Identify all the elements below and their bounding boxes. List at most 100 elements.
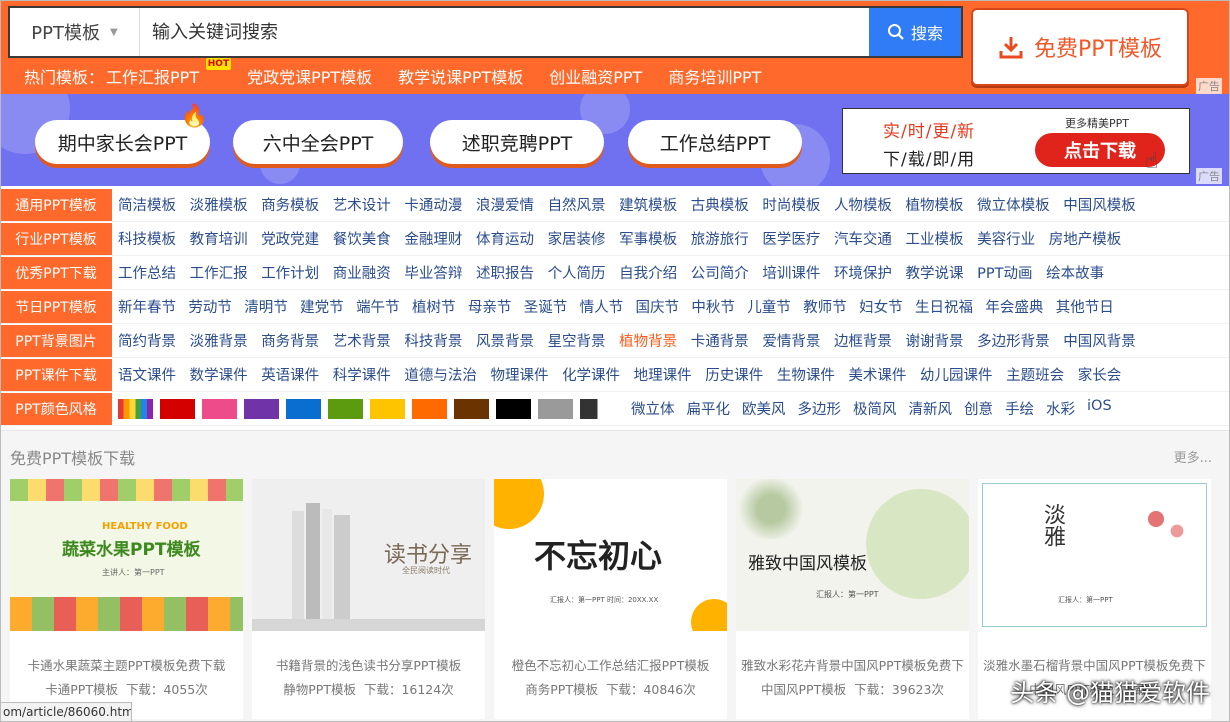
style-link[interactable]: 微立体 xyxy=(631,398,675,419)
category-link[interactable]: 商业融资 xyxy=(333,262,391,283)
category-link[interactable]: 党政党建 xyxy=(261,228,319,249)
category-link[interactable]: 卡通背景 xyxy=(691,330,749,351)
category-link[interactable]: 卡通动漫 xyxy=(404,194,462,215)
category-link[interactable]: 植物背景 xyxy=(619,330,677,351)
category-link[interactable]: 建筑模板 xyxy=(619,194,677,215)
category-link[interactable]: 金融理财 xyxy=(404,228,462,249)
hot-link[interactable]: 党政党课PPT模板 xyxy=(247,64,372,88)
hot-link[interactable]: 工作汇报PPTHOT xyxy=(106,64,199,88)
category-link[interactable]: 边框背景 xyxy=(834,330,892,351)
category-link[interactable]: 科学课件 xyxy=(333,364,391,385)
category-link[interactable]: 英语课件 xyxy=(261,364,319,385)
color-swatch[interactable] xyxy=(286,399,321,419)
color-swatch[interactable] xyxy=(202,399,237,419)
hot-link[interactable]: 教学说课PPT模板 xyxy=(398,64,523,88)
category-link[interactable]: 教学说课 xyxy=(906,262,964,283)
style-link[interactable]: 手绘 xyxy=(1005,398,1034,419)
category-link[interactable]: 时尚模板 xyxy=(762,194,820,215)
category-link[interactable]: 美术课件 xyxy=(848,364,906,385)
promo-box[interactable]: 实/时/更/新 下/载/即/用 更多精美PPT 点击下载 ☝ xyxy=(842,108,1190,174)
category-link[interactable]: 毕业答辩 xyxy=(404,262,462,283)
card-title[interactable]: 卡通水果蔬菜主题PPT模板免费下载 xyxy=(10,655,243,674)
category-link[interactable]: 语文课件 xyxy=(118,364,176,385)
category-link[interactable]: 化学课件 xyxy=(562,364,620,385)
category-link[interactable]: 科技背景 xyxy=(404,330,462,351)
card-title[interactable]: 书籍背景的浅色读书分享PPT模板 xyxy=(252,655,485,674)
style-link[interactable]: 清新风 xyxy=(909,398,953,419)
category-link[interactable]: 母亲节 xyxy=(468,296,512,317)
color-swatch[interactable] xyxy=(328,399,363,419)
category-link[interactable]: 星空背景 xyxy=(548,330,606,351)
category-link[interactable]: 物理课件 xyxy=(490,364,548,385)
category-link[interactable]: 美容行业 xyxy=(977,228,1035,249)
category-link[interactable]: 餐饮美食 xyxy=(333,228,391,249)
category-label[interactable]: PPT颜色风格 xyxy=(0,393,112,425)
category-link[interactable]: 商务背景 xyxy=(261,330,319,351)
category-link[interactable]: 历史课件 xyxy=(705,364,763,385)
color-swatch[interactable] xyxy=(580,399,615,419)
category-link[interactable]: 旅游旅行 xyxy=(691,228,749,249)
category-link[interactable]: 培训课件 xyxy=(762,262,820,283)
color-swatch[interactable] xyxy=(244,399,279,419)
category-link[interactable]: 人物模板 xyxy=(834,194,892,215)
category-link[interactable]: 述职报告 xyxy=(476,262,534,283)
card-title[interactable]: 橙色不忘初心工作总结汇报PPT模板 xyxy=(494,655,727,674)
category-link[interactable]: 妇女节 xyxy=(859,296,903,317)
category-link[interactable]: 其他节日 xyxy=(1056,296,1114,317)
category-link[interactable]: 谢谢背景 xyxy=(906,330,964,351)
category-link[interactable]: 环境保护 xyxy=(834,262,892,283)
category-link[interactable]: 国庆节 xyxy=(636,296,680,317)
search-category-select[interactable]: PPT模板 ▼ xyxy=(10,8,140,56)
style-link[interactable]: 多边形 xyxy=(798,398,842,419)
category-link[interactable]: 多边形背景 xyxy=(977,330,1050,351)
color-swatch[interactable] xyxy=(118,399,153,419)
category-label[interactable]: 节日PPT模板 xyxy=(0,291,112,323)
category-link[interactable]: 工作计划 xyxy=(261,262,319,283)
hot-link[interactable]: 创业融资PPT xyxy=(549,64,642,88)
category-link[interactable]: 情人节 xyxy=(580,296,624,317)
category-link[interactable]: 主题班会 xyxy=(1006,364,1064,385)
style-link[interactable]: 极简风 xyxy=(853,398,897,419)
category-link[interactable]: 建党节 xyxy=(300,296,344,317)
style-link[interactable]: 欧美风 xyxy=(742,398,786,419)
category-link[interactable]: 中国风模板 xyxy=(1063,194,1136,215)
category-link[interactable]: 清明节 xyxy=(244,296,288,317)
category-link[interactable]: 端午节 xyxy=(356,296,400,317)
color-swatch[interactable] xyxy=(412,399,447,419)
category-link[interactable]: 艺术背景 xyxy=(333,330,391,351)
category-link[interactable]: 简约背景 xyxy=(118,330,176,351)
category-link[interactable]: 中国风背景 xyxy=(1063,330,1136,351)
category-link[interactable]: 微立体模板 xyxy=(977,194,1050,215)
style-link[interactable]: 创意 xyxy=(964,398,993,419)
category-label[interactable]: 通用PPT模板 xyxy=(0,189,112,221)
category-link[interactable]: 医学医疗 xyxy=(762,228,820,249)
category-link[interactable]: 爱情背景 xyxy=(762,330,820,351)
category-link[interactable]: 圣诞节 xyxy=(524,296,568,317)
category-link[interactable]: 古典模板 xyxy=(691,194,749,215)
category-link[interactable]: 军事模板 xyxy=(619,228,677,249)
category-link[interactable]: 体育运动 xyxy=(476,228,534,249)
color-swatch[interactable] xyxy=(370,399,405,419)
category-link[interactable]: PPT动画 xyxy=(977,262,1032,283)
category-link[interactable]: 商务模板 xyxy=(261,194,319,215)
category-label[interactable]: 行业PPT模板 xyxy=(0,223,112,255)
category-link[interactable]: 劳动节 xyxy=(188,296,232,317)
template-card[interactable]: 读书分享 全民阅读时代 书籍背景的浅色读书分享PPT模板 静物PPT模板 下载：… xyxy=(252,479,485,719)
style-link[interactable]: 扁平化 xyxy=(687,398,731,419)
category-link[interactable]: 工作总结 xyxy=(118,262,176,283)
free-ppt-button[interactable]: 免费PPT模板 xyxy=(971,8,1189,86)
category-link[interactable]: 淡雅模板 xyxy=(190,194,248,215)
category-link[interactable]: 地理课件 xyxy=(634,364,692,385)
category-link[interactable]: 公司简介 xyxy=(691,262,749,283)
category-link[interactable]: 年会盛典 xyxy=(985,296,1043,317)
category-link[interactable]: 生日祝福 xyxy=(915,296,973,317)
category-link[interactable]: 幼儿园课件 xyxy=(920,364,993,385)
category-link[interactable]: 生物课件 xyxy=(777,364,835,385)
category-link[interactable]: 自然风景 xyxy=(548,194,606,215)
category-link[interactable]: 家居装修 xyxy=(548,228,606,249)
template-thumbnail[interactable]: 读书分享 全民阅读时代 xyxy=(252,479,485,631)
banner-pill[interactable]: 工作总结PPT xyxy=(628,120,802,164)
template-thumbnail[interactable]: HEALTHY FOOD 蔬菜水果PPT模板 主讲人：第一PPT xyxy=(10,479,243,631)
banner-pill[interactable]: 期中家长会PPT🔥 xyxy=(35,120,210,164)
category-label[interactable]: PPT课件下载 xyxy=(0,359,112,391)
